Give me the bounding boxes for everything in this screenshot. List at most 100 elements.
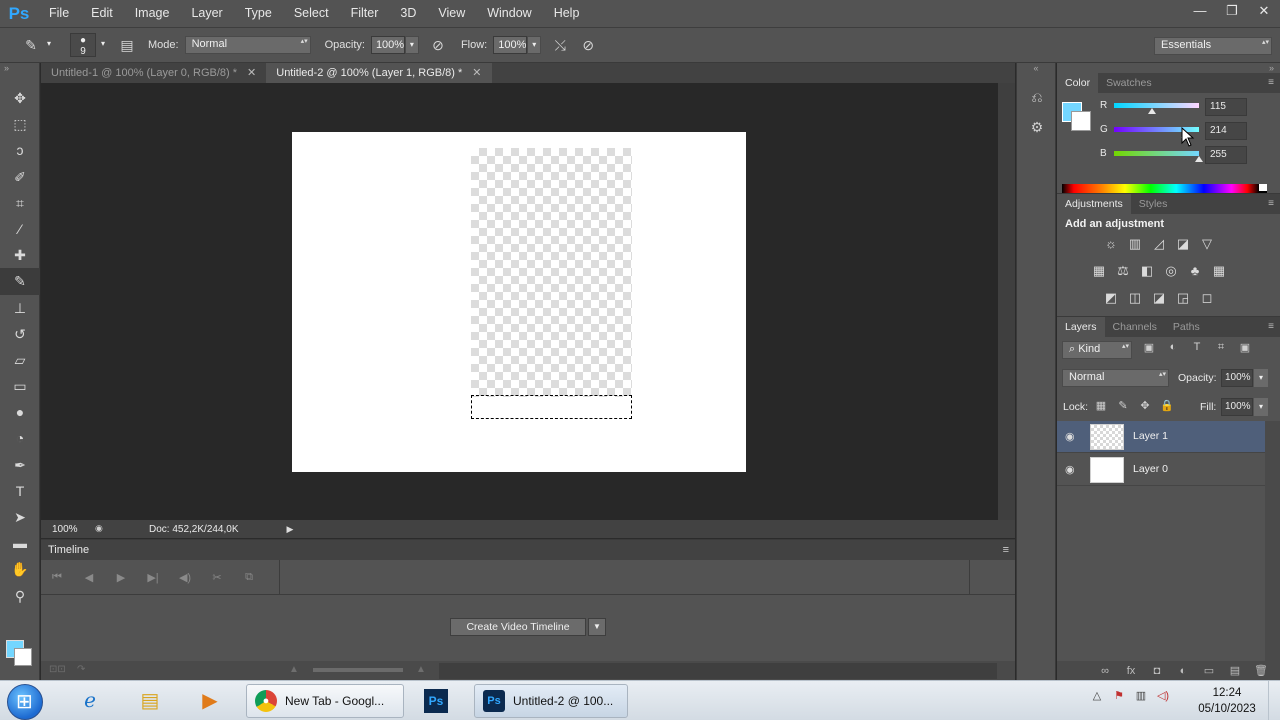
canvas-area[interactable]	[41, 83, 998, 520]
background-color-swatch[interactable]	[14, 648, 32, 666]
photo-filter-icon[interactable]: ◎	[1159, 259, 1183, 283]
menu-help[interactable]: Help	[543, 0, 591, 27]
lasso-icon[interactable]: ↄ	[0, 137, 40, 163]
strip-collapse-icon[interactable]: «	[1017, 63, 1055, 73]
split-icon[interactable]: ✂	[201, 571, 233, 584]
network-icon[interactable]: ▥	[1130, 689, 1152, 702]
delete-layer-icon[interactable]: 🗑	[1248, 661, 1274, 681]
type-icon[interactable]: T	[0, 478, 40, 504]
red-slider[interactable]	[1114, 103, 1199, 108]
rectangle-icon[interactable]: ▬	[0, 530, 40, 556]
restore-button[interactable]: ❐	[1216, 0, 1248, 22]
levels-icon[interactable]: ▥	[1123, 232, 1147, 256]
red-slider-thumb[interactable]	[1148, 108, 1157, 114]
type-filter-icon[interactable]: T	[1188, 341, 1206, 353]
tool-preset-arrow-icon[interactable]: ▾	[42, 36, 56, 54]
brush-panel-toggle-icon[interactable]: ▤	[116, 34, 138, 56]
flow-input[interactable]: 100%	[493, 36, 528, 54]
menu-layer[interactable]: Layer	[180, 0, 233, 27]
clone-stamp-icon[interactable]: ⊥	[0, 295, 40, 321]
timeline-horizontal-scrollbar[interactable]	[439, 663, 997, 679]
eyedropper-icon[interactable]: ⁄	[0, 216, 40, 242]
color-lookup-icon[interactable]: ▦	[1207, 259, 1231, 283]
panel-menu-icon[interactable]: ≡	[1003, 540, 1009, 560]
menu-filter[interactable]: Filter	[340, 0, 390, 27]
tab-layers[interactable]: Layers	[1057, 317, 1105, 337]
canvas-vertical-scrollbar[interactable]	[998, 83, 1015, 520]
file-explorer-icon[interactable]: ▤	[126, 685, 174, 717]
opacity-input[interactable]: 100%	[370, 36, 405, 54]
curves-icon[interactable]: ◿	[1147, 232, 1171, 256]
menu-window[interactable]: Window	[476, 0, 542, 27]
selection-marquee[interactable]	[471, 395, 632, 419]
first-frame-icon[interactable]: ⏮	[41, 571, 73, 584]
menu-type[interactable]: Type	[234, 0, 283, 27]
audio-icon[interactable]: ◀)	[169, 571, 201, 584]
status-menu-arrow-icon[interactable]: ▶	[287, 524, 294, 535]
layer-row-layer-1[interactable]: ◉ Layer 1	[1057, 421, 1265, 453]
layers-scrollbar[interactable]	[1265, 421, 1280, 661]
menu-image[interactable]: Image	[124, 0, 181, 27]
new-group-icon[interactable]: ▭	[1196, 661, 1222, 681]
vibrance-icon[interactable]: ▽	[1195, 232, 1219, 256]
color-balance-icon[interactable]: ⚖	[1111, 259, 1135, 283]
zoom-level[interactable]: 100%	[41, 524, 87, 535]
zoom-in-icon[interactable]: ▲	[416, 664, 426, 675]
fill-input[interactable]: 100%	[1221, 398, 1253, 416]
red-value-input[interactable]: 115	[1205, 98, 1247, 116]
blue-slider[interactable]	[1114, 151, 1199, 156]
dodge-icon[interactable]: ◔	[0, 425, 40, 451]
tab-paths[interactable]: Paths	[1165, 317, 1208, 337]
crop-icon[interactable]: ⌗	[0, 190, 40, 216]
brush-tool-icon[interactable]: ✎	[20, 34, 42, 56]
tray-expand-icon[interactable]: △	[1086, 689, 1108, 702]
lock-position-icon[interactable]: ✥	[1136, 399, 1154, 412]
panel-menu-icon[interactable]: ≡	[1268, 317, 1274, 337]
close-button[interactable]: ✕	[1248, 0, 1280, 22]
hand-icon[interactable]: ✋	[0, 556, 40, 582]
transition-icon[interactable]: ⧉	[233, 571, 265, 584]
pressure-size-icon[interactable]: ⊘	[577, 34, 599, 56]
internet-explorer-icon[interactable]: ℯ	[66, 685, 114, 717]
new-adjustment-layer-icon[interactable]: ◐	[1170, 661, 1196, 681]
new-layer-icon[interactable]: ▤	[1222, 661, 1248, 681]
lock-transparent-icon[interactable]: ▦	[1092, 399, 1110, 412]
menu-view[interactable]: View	[427, 0, 476, 27]
tab-swatches[interactable]: Swatches	[1098, 73, 1160, 93]
gradient-icon[interactable]: ▭	[0, 373, 40, 399]
airbrush-icon[interactable]: ⤯	[549, 34, 571, 56]
properties-panel-icon[interactable]: ⚙	[1017, 113, 1057, 141]
visibility-eye-icon[interactable]: ◉	[1065, 463, 1075, 476]
brush-preset-arrow-icon[interactable]: ▾	[96, 36, 110, 54]
previous-frame-icon[interactable]: ◀	[73, 571, 105, 584]
close-icon[interactable]: ✕	[247, 63, 256, 83]
panel-menu-icon[interactable]: ≡	[1268, 194, 1274, 214]
menu-edit[interactable]: Edit	[80, 0, 124, 27]
history-brush-icon[interactable]: ↺	[0, 321, 40, 347]
lock-pixels-icon[interactable]: ✎	[1114, 399, 1132, 412]
marquee-icon[interactable]: ⬚	[0, 111, 40, 137]
photoshop-pinned-icon[interactable]: Ps	[412, 685, 460, 717]
healing-icon[interactable]: ✚	[0, 242, 40, 268]
eraser-icon[interactable]: ▱	[0, 347, 40, 373]
pressure-opacity-icon[interactable]: ⊘	[427, 34, 449, 56]
path-select-icon[interactable]: ➤	[0, 504, 40, 530]
layer-filter-select[interactable]: ⌕ Kind	[1062, 341, 1132, 359]
panel-menu-icon[interactable]: ≡	[1268, 73, 1274, 93]
timeline-zoom-slider[interactable]	[313, 668, 403, 672]
invert-icon[interactable]: ◩	[1099, 286, 1123, 310]
visibility-eye-icon[interactable]: ◉	[1065, 430, 1075, 443]
shape-filter-icon[interactable]: ⌗	[1212, 341, 1230, 354]
layer-blend-mode-select[interactable]: Normal	[1062, 369, 1169, 387]
system-clock[interactable]: 12:24 05/10/2023	[1192, 685, 1262, 717]
doc-tab-untitled-1[interactable]: Untitled-1 @ 100% (Layer 0, RGB/8) * ✕	[41, 63, 266, 83]
layer-opacity-dropdown-icon[interactable]: ▾	[1254, 369, 1268, 387]
lock-all-icon[interactable]: 🔒	[1158, 399, 1176, 412]
pen-icon[interactable]: ✒	[0, 452, 40, 478]
selective-color-icon[interactable]: ◲	[1171, 286, 1195, 310]
brightness-icon[interactable]: ☼	[1099, 232, 1123, 256]
layer-row-layer-0[interactable]: ◉ Layer 0	[1057, 454, 1265, 486]
quick-select-icon[interactable]: ✐	[0, 164, 40, 190]
action-center-icon[interactable]: ⚑	[1108, 689, 1130, 702]
blue-value-input[interactable]: 255	[1205, 146, 1247, 164]
